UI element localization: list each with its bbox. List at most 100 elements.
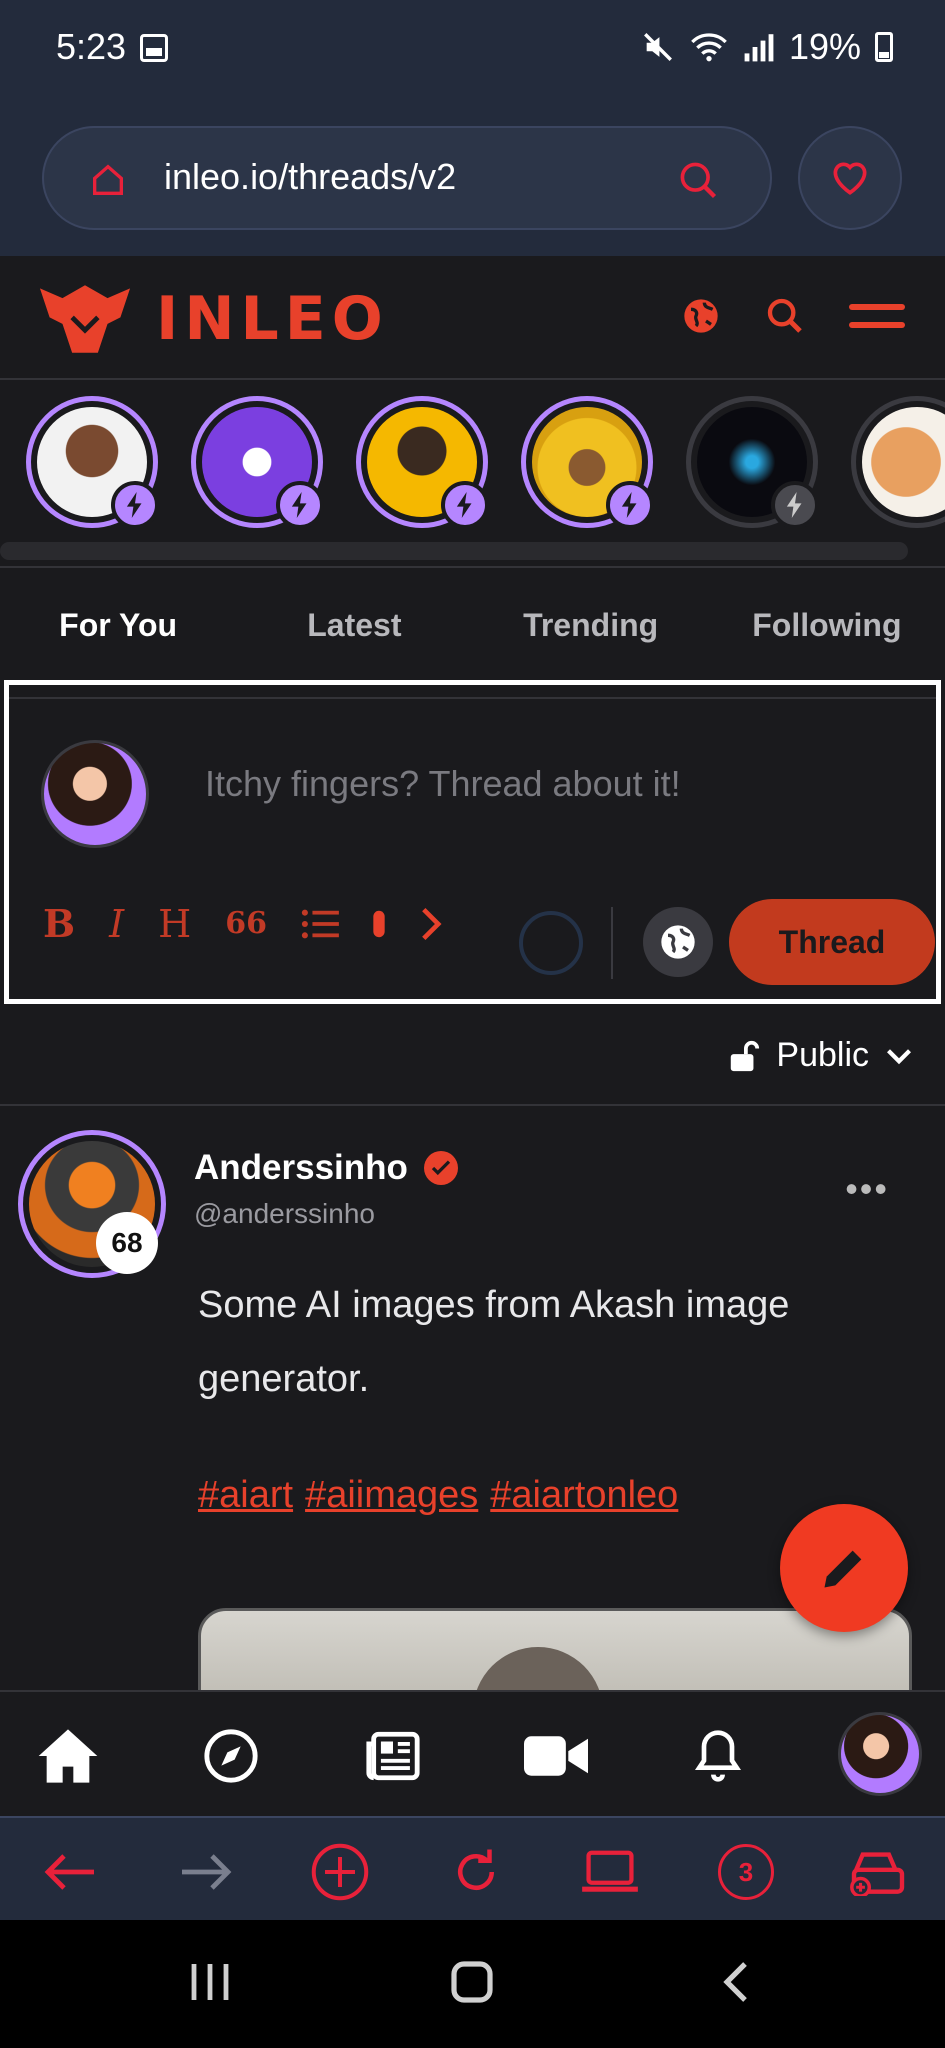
home-button[interactable]	[450, 1960, 494, 2009]
more-options-icon[interactable]: •••	[845, 1168, 889, 1210]
recent-apps-button[interactable]	[188, 1960, 232, 2009]
nav-notifications[interactable]	[686, 1724, 750, 1788]
wallet-button[interactable]	[848, 1842, 908, 1902]
author-name[interactable]: Anderssinho	[194, 1148, 408, 1188]
menu-icon[interactable]	[849, 301, 905, 331]
reload-icon	[458, 1849, 494, 1890]
app-header: INLEO	[0, 256, 945, 380]
home-icon	[38, 1729, 98, 1783]
unlock-icon	[731, 1040, 760, 1071]
list-icon[interactable]	[301, 907, 339, 941]
bolt-icon	[111, 481, 159, 529]
bolt-icon	[441, 481, 489, 529]
logo-text: INLEO	[156, 284, 389, 354]
author-handle[interactable]: @anderssinho	[194, 1198, 375, 1230]
story-avatar[interactable]	[686, 396, 819, 529]
composer-input[interactable]: Itchy fingers? Thread about it!	[205, 763, 681, 805]
hashtag-link[interactable]: #aiimages	[305, 1474, 478, 1517]
home-icon[interactable]	[88, 160, 128, 200]
newspaper-icon	[366, 1731, 420, 1781]
home-square-icon	[451, 1961, 493, 2003]
forward-button[interactable]	[176, 1842, 236, 1902]
compose-fab-button[interactable]	[780, 1504, 908, 1632]
browser-toolbar: 3	[0, 1816, 945, 1920]
story-avatar[interactable]	[851, 396, 945, 528]
lion-logo-icon	[39, 285, 131, 353]
divider	[611, 907, 613, 979]
hashtag-link[interactable]: #aiart	[198, 1474, 293, 1517]
recent-apps-icon	[191, 1964, 229, 2000]
laptop-icon	[582, 1850, 638, 1892]
nav-articles[interactable]	[361, 1724, 425, 1788]
hashtag-link[interactable]: #aiartonleo	[490, 1474, 678, 1517]
tab-trending[interactable]: Trending	[473, 568, 709, 680]
desktop-mode-button[interactable]	[580, 1842, 640, 1902]
reputation-badge: 68	[96, 1212, 158, 1274]
story-avatar[interactable]	[191, 396, 324, 529]
profile-avatar[interactable]	[838, 1712, 922, 1796]
stories-row	[0, 382, 945, 562]
bolt-icon	[771, 481, 819, 529]
author-name-row[interactable]: Anderssinho	[194, 1148, 458, 1188]
favorite-button[interactable]	[798, 126, 902, 230]
tab-count: 3	[718, 1844, 774, 1900]
post-image[interactable]	[198, 1608, 912, 1690]
italic-button[interactable]: I	[109, 902, 124, 946]
bell-icon	[694, 1730, 742, 1782]
status-right: 19%	[641, 26, 893, 68]
bolt-icon	[606, 481, 654, 529]
new-tab-button[interactable]	[310, 1842, 370, 1902]
back-chevron-icon	[723, 1962, 747, 2002]
character-counter	[519, 911, 583, 975]
story-avatar[interactable]	[356, 396, 489, 529]
heading-button[interactable]: H	[158, 902, 191, 946]
search-icon[interactable]	[765, 296, 805, 336]
arrow-right-icon	[182, 1854, 232, 1890]
url-text[interactable]: inleo.io/threads/v2	[164, 156, 456, 198]
stories-scrollbar[interactable]	[0, 542, 908, 560]
story-avatar[interactable]	[521, 396, 654, 529]
post-tags: #aiart #aiimages #aiartonleo	[198, 1474, 678, 1517]
arrow-left-icon	[44, 1854, 94, 1890]
reload-button[interactable]	[446, 1842, 506, 1902]
post-body: Some AI images from Akash image generato…	[198, 1284, 790, 1400]
thread-composer: Itchy fingers? Thread about it! B I H 66…	[4, 680, 941, 1004]
tab-latest[interactable]: Latest	[236, 568, 472, 680]
nav-home[interactable]	[36, 1724, 100, 1788]
feed-tabs: For You Latest Trending Following	[0, 566, 945, 680]
visibility-label: Public	[776, 1036, 869, 1074]
browser-address-area: inleo.io/threads/v2	[0, 100, 945, 256]
gallery-notification-icon	[140, 34, 168, 62]
visibility-dropdown[interactable]: Public	[728, 1036, 913, 1075]
system-navigation-bar	[0, 1920, 945, 2048]
divider	[9, 697, 936, 699]
nav-explore[interactable]	[199, 1724, 263, 1788]
visibility-globe-button[interactable]	[643, 907, 713, 977]
status-bar: 5:23 19%	[0, 0, 945, 100]
story-avatar[interactable]	[26, 396, 159, 529]
pencil-icon	[824, 1550, 862, 1588]
format-toolbar: B I H 66	[43, 901, 443, 946]
search-icon[interactable]	[676, 158, 720, 202]
globe-icon[interactable]	[681, 296, 721, 336]
bold-button[interactable]: B	[43, 901, 75, 946]
back-button[interactable]	[40, 1842, 100, 1902]
avatar	[862, 407, 945, 517]
more-format-icon[interactable]	[373, 907, 385, 941]
chevron-down-icon	[887, 1048, 911, 1064]
thread-submit-button[interactable]: Thread	[729, 899, 935, 985]
inleo-logo[interactable]: INLEO	[36, 282, 389, 356]
nav-video[interactable]	[524, 1724, 588, 1788]
avatar	[41, 740, 149, 848]
globe-icon	[661, 925, 695, 959]
chevron-right-icon[interactable]	[419, 906, 443, 942]
tabs-button[interactable]: 3	[716, 1842, 776, 1902]
system-back-button[interactable]	[718, 1960, 752, 2009]
tab-for-you[interactable]: For You	[0, 568, 236, 680]
tab-following[interactable]: Following	[709, 568, 945, 680]
wallet-icon	[850, 1852, 905, 1896]
quote-button[interactable]: 66	[225, 906, 267, 941]
mute-icon	[643, 33, 672, 61]
heart-icon	[833, 162, 867, 195]
address-bar[interactable]: inleo.io/threads/v2	[42, 126, 772, 230]
